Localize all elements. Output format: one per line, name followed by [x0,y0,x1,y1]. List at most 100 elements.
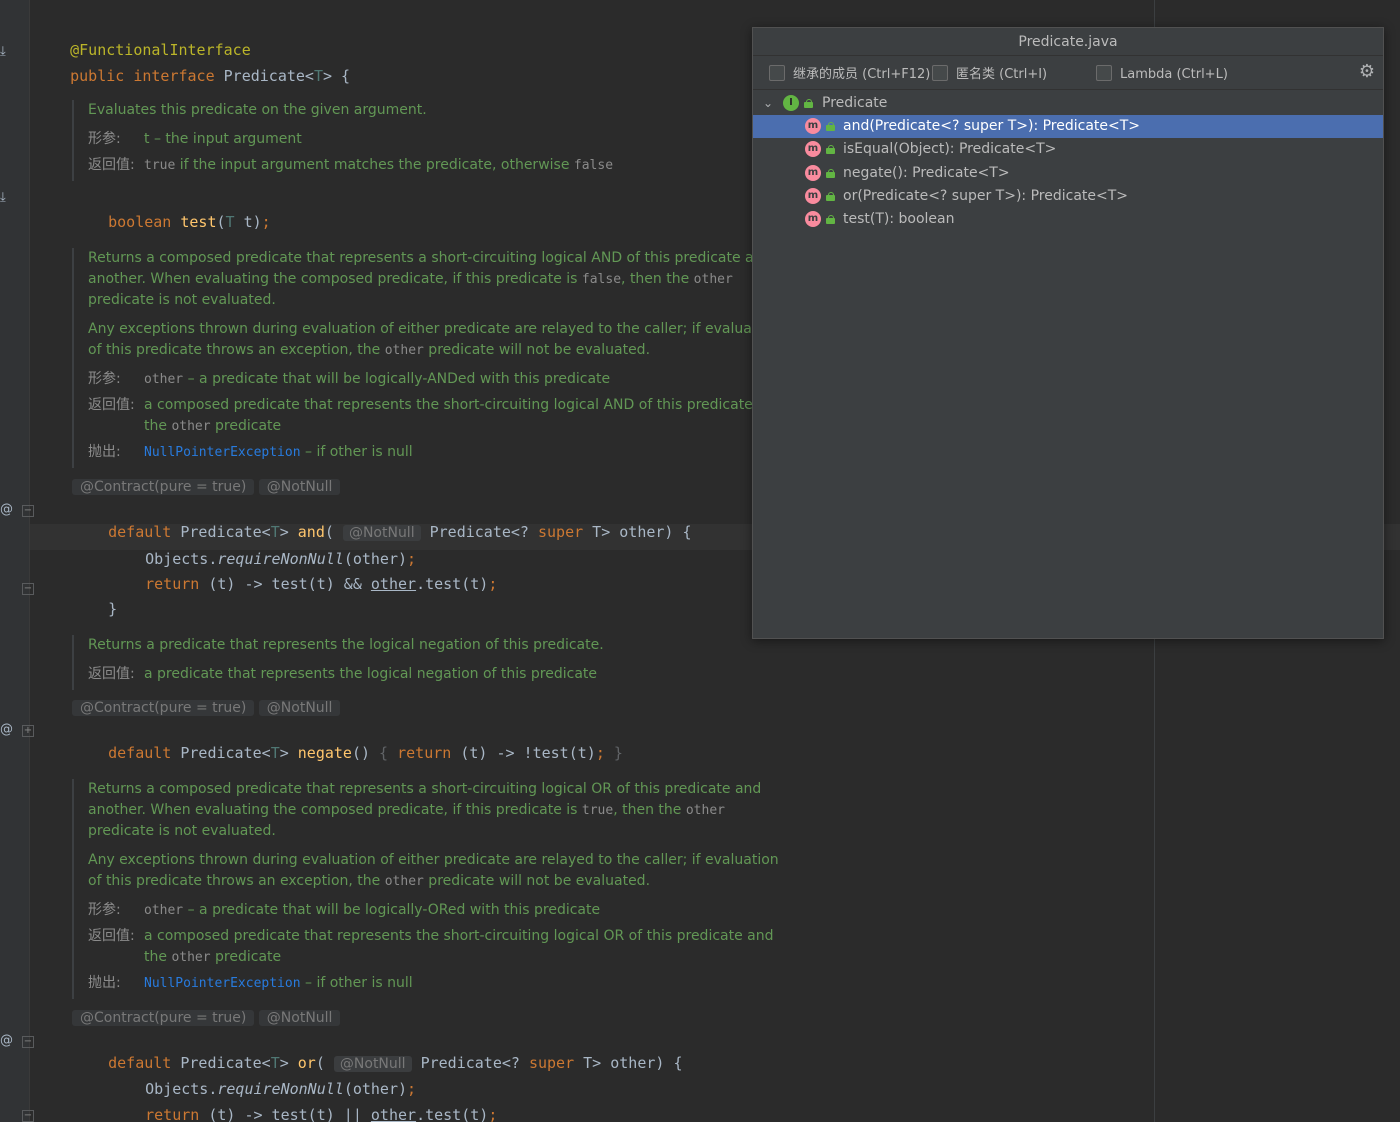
override-at-icon[interactable]: @ [0,502,13,517]
doc-text: – if other is null [300,444,413,460]
doc-text: predicate is not evaluated. [88,292,276,308]
fold-toggle-icon[interactable]: − [22,583,34,595]
method-icon: m [805,211,821,227]
fold-toggle-icon[interactable]: − [22,505,34,517]
doc-link[interactable]: NullPointerException [144,445,301,460]
keyword-token: return [145,575,200,593]
public-lock-icon [826,192,835,201]
notnull-inlay[interactable]: @NotNull [258,479,341,495]
code-token: .test(t) [416,575,489,593]
doc-text: of this predicate throws an exception, t… [88,873,385,889]
inlay-annotations[interactable]: @Contract(pure = true) @NotNull [72,698,341,718]
code-token: > { [323,67,351,85]
doc-code: true [581,803,614,818]
keyword-token: boolean [108,213,172,231]
tree-node-method[interactable]: m isEqual(Object): Predicate<T> [753,138,1383,161]
inlay-annotations[interactable]: @Contract(pure = true) @NotNull [72,1008,341,1028]
tree-node-method[interactable]: m or(Predicate<? super T>): Predicate<T> [753,185,1383,208]
semicolon-token: ; [261,213,271,231]
code-token: ( [216,213,226,231]
keyword-token: public [70,67,125,85]
checkbox-label[interactable]: Lambda (Ctrl+L) [1120,67,1228,82]
code-line-or-body1: Objects.requireNonNull(other); [109,1056,416,1098]
doc-text: a predicate that represents the logical … [144,666,598,682]
doc-code: other [144,372,184,387]
doc-return-row: 返回值: a predicate that represents the logi… [88,664,604,685]
anonymous-classes-checkbox[interactable]: 匿名类 (Ctrl+I) [932,65,1047,83]
doc-tag: 抛出: [88,444,121,460]
tree-node-label: test(T): boolean [843,211,955,227]
fold-toggle-icon[interactable]: − [22,1036,34,1048]
code-line-negate-sig: default Predicate<T> negate() { return (… [72,720,623,762]
doc-return-row: 返回值: a composed predicate that represents… [88,926,779,947]
checkbox-box[interactable] [1096,65,1112,81]
identifier-token: Predicate< [223,67,314,85]
doc-tag: 形参: [88,371,121,387]
checkbox-box[interactable] [769,65,785,81]
folded-brace[interactable]: } [605,744,623,762]
doc-text: Returns a composed predicate that repres… [88,250,772,266]
notnull-inlay[interactable]: @NotNull [258,700,341,716]
doc-text: – a predicate that will be logically-ORe… [183,902,601,918]
override-at-icon[interactable]: @ [0,722,13,737]
contract-inlay[interactable]: @Contract(pure = true) [72,479,255,495]
tree-node-method[interactable]: m and(Predicate<? super T>): Predicate<T… [753,115,1383,138]
code-token: (t) -> test(t) && [199,575,371,593]
tree-node-label: isEqual(Object): Predicate<T> [843,141,1057,157]
doc-return-cont: the other predicate [88,416,784,437]
doc-throws-row: 抛出: NullPointerException – if other is nu… [88,442,784,463]
tree-node-root[interactable]: ⌄ I Predicate [753,92,1383,115]
code-line-and-body2: return (t) -> test(t) && other.test(t); [109,551,497,593]
code-line-or-body2: return (t) -> test(t) || other.test(t); [109,1082,497,1122]
keyword-token: return [145,1106,200,1122]
lambda-checkbox[interactable]: Lambda (Ctrl+L) [1096,65,1228,83]
folded-brace[interactable]: { [370,744,397,762]
method-icon: m [805,165,821,181]
code-token: T> other) { [574,1054,683,1072]
checkbox-box[interactable] [932,65,948,81]
doc-text: – if other is null [300,975,413,991]
code-token: (t) -> !test(t) [451,744,596,762]
editor-gutter[interactable] [0,0,30,1122]
type-param-token: T [225,213,235,231]
tree-node-method[interactable]: m negate(): Predicate<T> [753,162,1383,185]
tree-node-label: and(Predicate<? super T>): Predicate<T> [843,118,1141,134]
inlay-annotations[interactable]: @Contract(pure = true) @NotNull [72,477,341,497]
tree-node-method[interactable]: m test(T): boolean [753,208,1383,231]
implemented-marker-icon[interactable]: ⤓ [0,44,6,59]
popup-title[interactable]: Predicate.java [753,28,1383,56]
doc-text: the [144,949,172,965]
code-line-annotation: @FunctionalInterface [34,17,251,59]
method-icon: m [805,188,821,204]
checkbox-label[interactable]: 继承的成员 (Ctrl+F12) [793,67,930,82]
checkbox-label[interactable]: 匿名类 (Ctrl+I) [956,67,1047,82]
doc-code: true [144,158,176,173]
fold-toggle-icon[interactable]: − [22,1110,34,1122]
file-structure-popup[interactable]: Predicate.java 继承的成员 (Ctrl+F12) 匿名类 (Ctr… [752,27,1384,639]
chevron-down-icon[interactable]: ⌄ [763,92,777,115]
doc-text: t – the input argument [144,131,302,147]
popup-options-bar: 继承的成员 (Ctrl+F12) 匿名类 (Ctrl+I) Lambda (Ct… [753,56,1383,90]
code-token: (t) -> test(t) || [199,1106,371,1122]
contract-inlay[interactable]: @Contract(pure = true) [72,700,255,716]
inherited-members-checkbox[interactable]: 继承的成员 (Ctrl+F12) [769,65,930,83]
code-token: .test(t) [416,1106,489,1122]
override-at-icon[interactable]: @ [0,1033,13,1048]
fold-toggle-icon[interactable]: + [22,725,34,737]
doc-return-row: 返回值: a composed predicate that represents… [88,395,784,416]
code-line-and-sig: default Predicate<T> and( @NotNull Predi… [72,499,692,541]
contract-inlay[interactable]: @Contract(pure = true) [72,1010,255,1026]
public-lock-icon [804,99,813,108]
type-param-token: T [270,744,280,762]
method-name-token: test [180,213,217,231]
doc-code: other [384,343,424,358]
doc-link[interactable]: NullPointerException [144,976,301,991]
gear-icon[interactable]: ⚙ [1357,62,1377,82]
doc-text: Returns a composed predicate that repres… [88,781,762,797]
code-token: () [351,744,371,762]
code-token: Predicate<? [420,523,538,541]
implemented-marker-icon[interactable]: ⤓ [0,190,6,205]
notnull-inlay[interactable]: @NotNull [258,1010,341,1026]
doc-code: other [171,419,211,434]
code-line-interface-decl: public interface Predicate<T> { [34,43,350,85]
